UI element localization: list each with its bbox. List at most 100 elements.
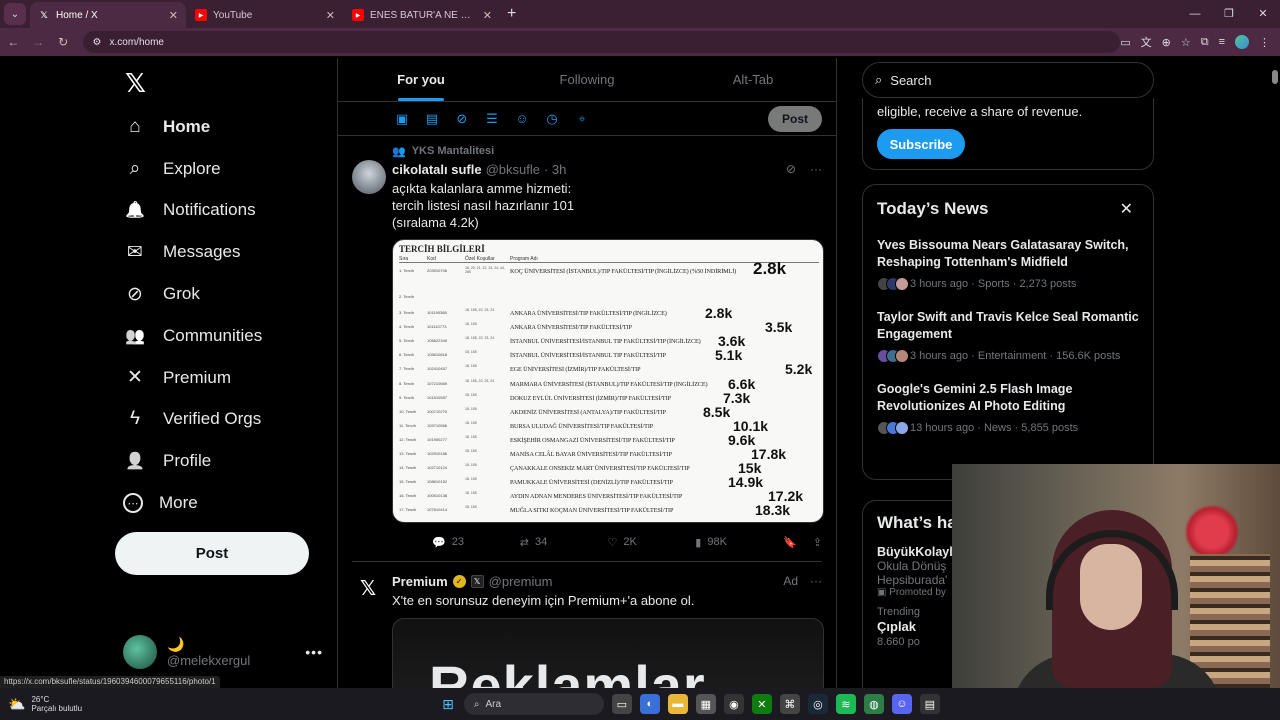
doc-row-program: MANİSA CELÂL BAYAR ÜNİVERSİTESİ/TIP FAKÜ… [510,451,672,458]
restore-icon[interactable]: ❐ [1212,0,1246,28]
browser-menu-icon[interactable]: ⋮ [1259,36,1270,49]
minimize-icon[interactable]: — [1178,0,1212,28]
xbox-icon[interactable]: ✕ [751,694,772,714]
spotify-icon[interactable]: ≋ [835,694,856,714]
tweet-time[interactable]: · 3h [544,162,566,177]
nav-communities[interactable]: 👥 Communities [123,315,262,357]
tab-close-icon[interactable]: ✕ [169,9,178,22]
grok-icon[interactable]: ⊘ [454,111,470,127]
gif-icon[interactable]: ▤ [424,111,440,127]
bookmark-star-icon[interactable]: ☆ [1181,36,1191,49]
nav-home[interactable]: ⌂ Home [123,106,262,148]
chrome-icon[interactable]: ◍ [863,694,884,714]
account-more-icon[interactable]: ••• [305,644,323,660]
windows-start-icon[interactable]: ⊞ [442,696,454,713]
doc-row-sira: 13. Tercih [399,451,417,456]
image-icon[interactable]: ▣ [394,111,410,127]
tab-search-chevron-icon[interactable]: ⌄ [4,3,26,25]
nav-grok[interactable]: ⊘ Grok [123,273,262,315]
tab-alt-tab[interactable]: Alt-Tab [670,58,836,101]
share-icon[interactable]: ⇪ [813,536,822,549]
weather-widget[interactable]: ⛅ 26°C Parçalı bulutlu [8,695,82,713]
search-input[interactable]: ⌕ Search [862,62,1154,98]
like-button[interactable]: ♡ 2K [608,536,696,549]
tab-for-you[interactable]: For you [338,58,504,101]
author-name[interactable]: Premium [392,574,448,589]
page-scrollbar[interactable] [1272,70,1278,84]
nav-label: Explore [163,158,221,178]
emoji-icon[interactable]: ☺ [514,111,530,126]
tab-youtube[interactable]: ▶ YouTube ✕ [187,2,343,28]
subscribe-button[interactable]: Subscribe [877,129,965,159]
tab-close-icon[interactable]: ✕ [483,9,492,22]
app-icon[interactable]: ▤ [919,694,940,714]
ad-image[interactable]: Reklamlar [392,618,824,688]
more-icon[interactable]: ··· [810,162,822,176]
extensions-icon[interactable]: ⧉ [1201,36,1209,49]
news-meta: 3 hours ago · Entertainment · 156.6K pos… [910,350,1121,362]
author-handle[interactable]: @premium [489,574,553,589]
author-handle[interactable]: @bksufle [486,162,540,177]
taskbar-search[interactable]: ⌕ Ara [463,693,604,715]
doc-row-rank: 5.2k [785,361,813,378]
nav-notifications[interactable]: 🔔 Notifications [123,190,262,232]
nav-profile[interactable]: 👤 Profile [123,440,262,482]
nav-messages[interactable]: ✉ Messages [123,231,262,273]
author-name[interactable]: cikolatalı sufle [392,162,482,177]
nav-explore[interactable]: ⌕ Explore [123,148,262,190]
address-bar[interactable]: ⚙ x.com/home [82,31,1121,53]
profile-avatar[interactable] [1235,35,1250,49]
window-close-icon[interactable]: ✕ [1246,0,1280,28]
promoted-tweet[interactable]: 𝕏 Premium ✓ 𝕏 @premium Ad ··· X'te en so… [338,562,836,688]
tab-following[interactable]: Following [504,58,670,101]
schedule-icon[interactable]: ◷ [544,111,560,127]
forward-arrow-icon[interactable]: → [27,35,50,49]
close-icon[interactable]: ✕ [1120,199,1133,219]
repost-button[interactable]: ⇄ 34 [520,536,608,549]
reply-button[interactable]: 💬 23 [432,536,520,549]
tab-close-icon[interactable]: ✕ [326,9,335,22]
copilot-icon[interactable]: ◐ [639,694,660,714]
obs-icon[interactable]: ◉ [723,694,744,714]
account-switcher[interactable]: 🌙 @melekxergul ••• [123,632,323,672]
discord-icon[interactable]: ☺ [891,694,912,714]
avatar[interactable] [352,160,386,194]
steam-icon[interactable]: ◎ [807,694,828,714]
views-button[interactable]: ▮ 98K [695,536,783,549]
nav-premium[interactable]: ✕ Premium [123,357,262,399]
tweet[interactable]: 👥 YKS Mantalitesi cikolatalı sufle @bksu… [338,136,836,562]
site-info-icon[interactable]: ⚙ [93,37,102,48]
task-view-icon[interactable]: ▭ [611,694,632,714]
back-arrow-icon[interactable]: ← [2,35,25,49]
grok-icon[interactable]: ⊘ [786,162,796,176]
cast-icon[interactable]: ▭ [1120,36,1130,49]
store-icon[interactable]: ▦ [695,694,716,714]
community-name[interactable]: YKS Mantalitesi [412,145,495,157]
post-button[interactable]: Post [115,532,309,575]
more-icon[interactable]: ··· [810,574,822,588]
composer-post-button[interactable]: Post [768,105,822,132]
poll-icon[interactable]: ☰ [484,111,500,127]
reload-icon[interactable]: ↻ [52,35,75,49]
x-logo-icon[interactable]: 𝕏 [360,576,376,601]
location-icon[interactable]: ⌖ [574,111,590,127]
doc-row: 14. Tercih 102710124 18, 155 ÇANAKKALE ONSE… [393,460,823,476]
file-explorer-icon[interactable]: ▬ [667,694,688,714]
news-item[interactable]: Yves Bissouma Nears Galatasaray Switch, … [877,237,1139,291]
zoom-icon[interactable]: ⊕ [1162,36,1171,49]
tweet-image[interactable]: TERCİH BİLGİLERİ Sıra Kod Özel Koşullar … [392,239,824,523]
tab-youtube-video[interactable]: ▶ ENES BATUR'A NE OLDU? - You ✕ [344,2,500,28]
tab-home-x[interactable]: 𝕏 Home / X ✕ [30,2,186,28]
news-item[interactable]: Google's Gemini 2.5 Flash Image Revoluti… [877,381,1139,435]
bookmark-icon[interactable]: 🔖 [783,536,797,549]
app-icon[interactable]: ⌘ [779,694,800,714]
doc-row: 8. Tercih 107210669 18, 155, 22, 23, 24 MAR… [393,376,823,392]
nav-more[interactable]: ⋯ More [123,482,262,524]
news-item[interactable]: Taylor Swift and Travis Kelce Seal Roman… [877,309,1139,363]
reading-list-icon[interactable]: ≡ [1219,36,1225,48]
nav-verified-orgs[interactable]: ϟ Verified Orgs [123,399,262,441]
x-logo-icon[interactable]: 𝕏 [125,68,146,99]
translate-icon[interactable]: 文 [1141,34,1152,50]
new-tab-plus-icon[interactable]: + [507,5,516,23]
tab-title: ENES BATUR'A NE OLDU? - You [370,9,477,21]
